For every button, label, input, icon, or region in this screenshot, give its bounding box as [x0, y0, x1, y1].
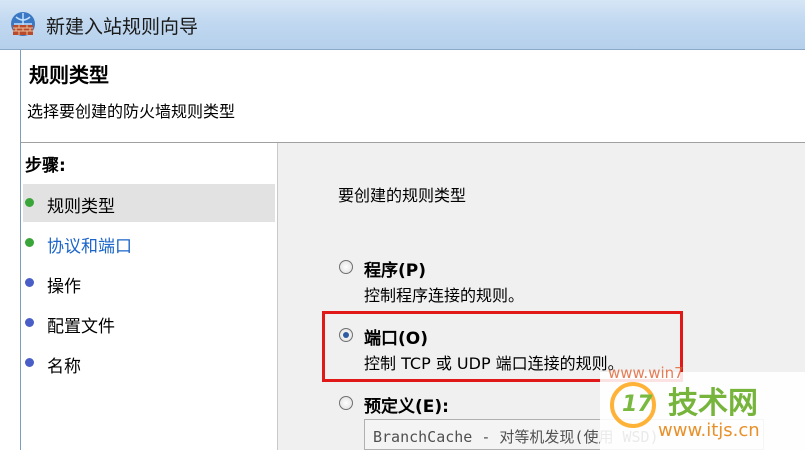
- window-title: 新建入站规则向导: [46, 16, 199, 38]
- watermark-brand: 技术网: [668, 386, 758, 421]
- watermark-url: www.itjs.cn: [658, 420, 760, 441]
- step-protocol-and-ports[interactable]: 协议和端口: [23, 224, 275, 262]
- step-label: 操作: [47, 277, 81, 297]
- step-status-dot-icon: [25, 318, 34, 327]
- page-title: 规则类型: [29, 63, 109, 87]
- steps-header: 步骤:: [25, 156, 66, 176]
- step-status-dot-icon: [25, 358, 34, 367]
- firewall-icon: [11, 12, 35, 36]
- steps-panel: 步骤: 规则类型 协议和端口 操作 配置文件 名称: [20, 143, 278, 450]
- step-label: 名称: [47, 357, 81, 377]
- step-label[interactable]: 协议和端口: [47, 232, 132, 257]
- step-profile[interactable]: 配置文件: [23, 304, 275, 342]
- rule-type-prompt: 要创建的规则类型: [338, 186, 467, 205]
- page-description: 选择要创建的防火墙规则类型: [27, 102, 236, 121]
- program-radio[interactable]: [339, 260, 353, 274]
- program-option-label[interactable]: 程序(P): [364, 256, 426, 281]
- program-option-description: 控制程序连接的规则。: [364, 286, 525, 305]
- step-status-dot-icon: [25, 278, 34, 287]
- wizard-header: 规则类型 选择要创建的防火墙规则类型: [20, 50, 805, 143]
- step-rule-type[interactable]: 规则类型: [23, 184, 275, 222]
- step-label: 规则类型: [47, 197, 115, 217]
- title-bar[interactable]: 新建入站规则向导: [0, 0, 805, 50]
- step-name[interactable]: 名称: [23, 344, 275, 382]
- step-status-dot-icon: [25, 198, 34, 207]
- site-watermark: www.win7 17 技术网 www.itjs.cn: [600, 364, 805, 450]
- predefined-radio[interactable]: [339, 396, 353, 410]
- step-status-dot-icon: [25, 238, 34, 247]
- step-action[interactable]: 操作: [23, 264, 275, 302]
- watermark-logo-number: 17: [622, 392, 653, 417]
- step-label: 配置文件: [47, 317, 115, 337]
- predefined-option-label[interactable]: 预定义(E):: [364, 392, 449, 417]
